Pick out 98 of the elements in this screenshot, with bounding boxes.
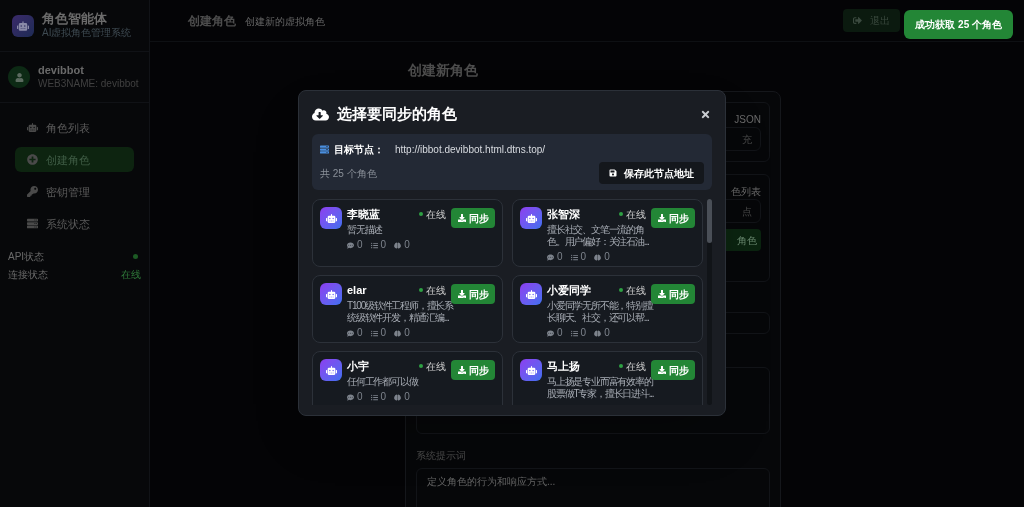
character-count: 共 25 个角色 [320, 166, 377, 181]
import-label: JSON [734, 115, 761, 125]
character-description: 马上扬是专业而富有效率的 股票做T专家，擅长日进斗... [547, 376, 654, 400]
stat-count: 0 [357, 392, 363, 402]
robot-avatar-icon [320, 207, 342, 229]
character-description: 擅长社交、文笔一流的角 色。用户偏好：关注石油... [547, 224, 649, 248]
comment-icon [547, 253, 554, 261]
brain-icon [394, 393, 402, 401]
scrollbar-thumb[interactable] [707, 199, 712, 243]
comment-icon [347, 329, 354, 337]
comment-icon [347, 241, 354, 249]
robot-icon [27, 122, 38, 134]
save-icon [609, 169, 617, 177]
download-icon [457, 366, 466, 374]
list-icon [570, 253, 578, 261]
node-url: http://ibbot.devibbot.html.dtns.top/ [395, 143, 546, 157]
stat-count: 0 [557, 252, 563, 262]
sync-button[interactable]: 同步 [651, 360, 695, 380]
status-text: 在线 [426, 283, 446, 298]
download-icon [657, 214, 666, 222]
stat-count: 0 [404, 328, 410, 338]
stat-count: 0 [404, 392, 410, 402]
stat-count: 0 [357, 240, 363, 250]
user-name: devibbot [38, 64, 85, 78]
download-icon [457, 214, 466, 222]
status-text: 在线 [426, 359, 446, 374]
stat-count: 0 [404, 240, 410, 250]
download-icon [657, 366, 666, 374]
robot-avatar-icon [320, 283, 342, 305]
status-text: 在线 [426, 207, 446, 222]
character-description: 暂无描述 [347, 224, 383, 236]
character-name: 李晓蓝 [347, 206, 380, 222]
sync-button[interactable]: 同步 [451, 360, 495, 380]
stat-count: 0 [557, 328, 563, 338]
stat-count: 0 [604, 252, 610, 262]
dialog-title: 选择要同步的角色 [337, 103, 457, 124]
download-icon [657, 290, 666, 298]
user-handle: WEB3NAME: devibbot [38, 77, 139, 91]
stat-count: 0 [380, 328, 387, 338]
character-name: 小宇 [347, 358, 369, 374]
user-avatar [8, 66, 30, 89]
nav-item[interactable]: 密钥管理 [15, 179, 134, 205]
page-title: 创建角色 [188, 12, 236, 30]
form-title: 创建新角色 [408, 61, 479, 80]
robot-avatar-icon [520, 283, 542, 305]
server-icon [320, 145, 329, 154]
stat-count: 0 [380, 240, 387, 250]
app-title: 角色智能体 [42, 11, 108, 28]
brain-icon [594, 329, 602, 337]
download-icon [457, 290, 466, 298]
scrollbar[interactable] [707, 199, 712, 405]
character-description: T100级软件工程师，擅长系 统级软件开发，精通汇编... [347, 300, 453, 324]
character-name: elar [347, 282, 367, 298]
node-label: 目标节点： [334, 143, 384, 157]
character-name: 张智深 [547, 206, 580, 222]
page-subtitle: 创建新的虚拟角色 [245, 14, 325, 29]
brain-icon [394, 241, 402, 249]
sync-button[interactable]: 同步 [651, 208, 695, 228]
list-icon [370, 329, 378, 337]
app-subtitle: AI虚拟角色管理系统 [42, 27, 132, 40]
nav-item[interactable]: 系统状态 [15, 211, 134, 237]
robot-avatar-icon [320, 359, 342, 381]
status-label: 连接状态 [8, 268, 48, 283]
brain-icon [394, 329, 402, 337]
stat-count: 0 [604, 328, 610, 338]
logout-icon [853, 16, 862, 25]
server-icon [27, 218, 38, 230]
sync-button[interactable]: 同步 [451, 208, 495, 228]
close-icon [699, 108, 711, 120]
brain-icon [594, 253, 602, 261]
stat-count: 0 [380, 392, 387, 402]
logo-icon [12, 14, 34, 37]
prompt-field: 定义角色的行为和响应方式... [416, 468, 770, 507]
sync-button[interactable]: 同步 [451, 284, 495, 304]
nav-item[interactable]: 角色列表 [15, 115, 134, 141]
status-value: 在线 [121, 268, 141, 283]
stat-count: 0 [357, 328, 363, 338]
character-name: 马上扬 [547, 358, 580, 374]
success-toast: 成功获取 25 个角色 [904, 10, 1013, 39]
status-text: 在线 [626, 207, 646, 222]
status-text: 在线 [626, 283, 646, 298]
list-icon [570, 329, 578, 337]
status-label: API状态 [8, 250, 45, 265]
node-label: 色列表 [731, 187, 761, 197]
robot-avatar-icon [520, 207, 542, 229]
key-icon [27, 186, 38, 198]
comment-icon [547, 329, 554, 337]
character-description: 任何工作都可以做 [347, 376, 418, 388]
stat-count: 0 [580, 252, 587, 262]
list-icon [370, 241, 378, 249]
stat-count: 0 [580, 328, 587, 338]
robot-avatar-icon [520, 359, 542, 381]
comment-icon [347, 393, 354, 401]
status-text: 在线 [626, 359, 646, 374]
character-description: 小爱同学无所不能，特别擅 长聊天、社交，还可以帮... [547, 300, 653, 324]
save-node-button[interactable]: 保存此节点地址 [599, 162, 704, 184]
list-icon [370, 393, 378, 401]
character-name: 小爱同学 [547, 282, 591, 298]
